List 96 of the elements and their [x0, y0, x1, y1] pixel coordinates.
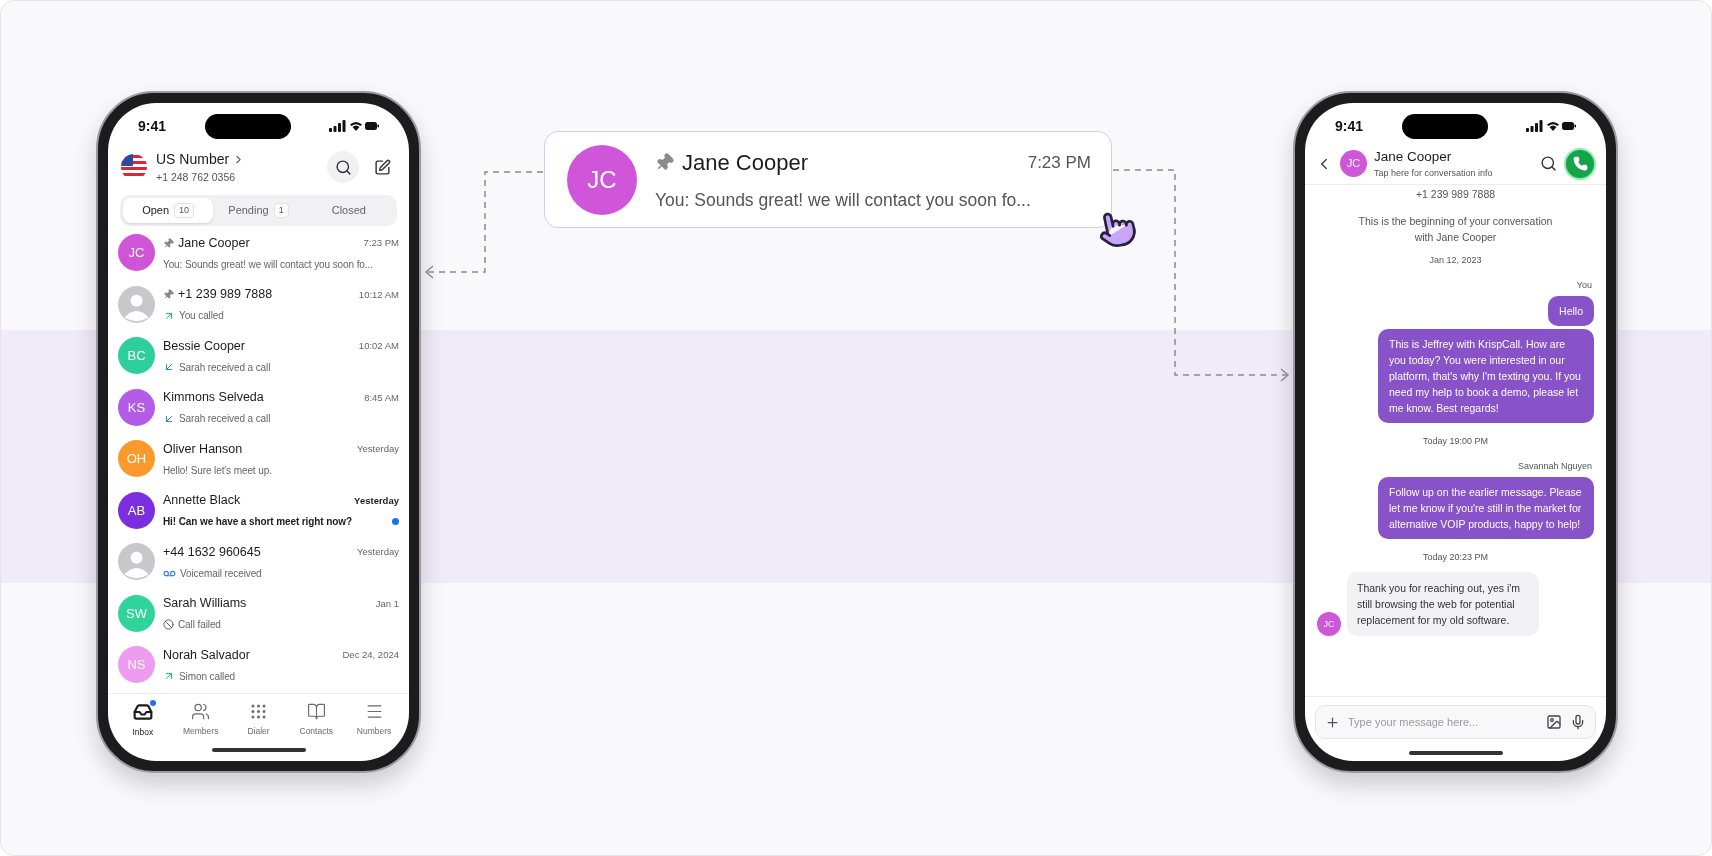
members-icon: [191, 702, 211, 721]
avatar: JC: [1340, 150, 1367, 177]
contact-name: Norah Salvador: [163, 646, 251, 664]
nav-tab[interactable]: Contacts: [290, 702, 343, 739]
avatar: NS: [118, 646, 155, 684]
avatar: AB: [118, 491, 155, 529]
conversation-row[interactable]: SW Sarah Williams Jan 1 Call failed: [108, 587, 409, 639]
message-preview: You: Sounds great! we will contact you soon fo...: [163, 257, 374, 272]
date-label: Today 19:00 PM: [1421, 434, 1489, 448]
message-preview: Call failed: [178, 618, 222, 633]
phone-number: +1 239 989 7888: [1414, 187, 1497, 202]
message-preview: Sarah received a call: [179, 412, 272, 427]
message-time: Yesterday: [354, 493, 399, 508]
outgoing-message: This is Jeffrey with KrispCall. How are you today? You were interested in our platform, that's why I'm texting you. If you need my help to book a demo, please let me know. Best regards!: [1378, 328, 1594, 423]
conversation-row[interactable]: JC Jane Cooper 7:23 PM You: Sounds great! we will contact you soon fo...: [108, 227, 409, 279]
contact-name: Jane Cooper: [178, 234, 251, 252]
contact-name: Jane Cooper: [682, 148, 809, 177]
person-avatar-icon: [118, 285, 155, 323]
microphone-icon[interactable]: [1570, 714, 1586, 730]
avatar: BC: [118, 337, 155, 375]
conversation-row[interactable]: +44 1632 960645 Yesterday Voicemail received: [108, 536, 409, 588]
nav-tab[interactable]: Numbers: [348, 702, 401, 739]
contact-name: Sarah Williams: [163, 595, 248, 613]
message-time: 7:23 PM: [363, 236, 399, 251]
conversation-start-notice: This is the beginning of your conversation with Jane Cooper: [1357, 213, 1554, 245]
dialpad-icon: [249, 702, 268, 721]
person-avatar-icon: [118, 543, 155, 581]
status-icons: [1526, 120, 1576, 132]
message-time: Jan 1: [375, 596, 399, 611]
conversation-row[interactable]: KS Kimmons Selveda 8:45 AM Sarah received a call: [108, 381, 409, 433]
nav-tab[interactable]: Inbox: [116, 702, 169, 739]
number-subtitle: +1 248 762 0356: [156, 169, 237, 185]
message-preview: You: Sounds great! we will contact you soon fo...: [655, 188, 1032, 212]
contact-name: +44 1632 960645: [163, 543, 262, 561]
avatar: KS: [118, 388, 155, 426]
message-preview: Sarah received a call: [179, 360, 272, 375]
contact-name: Bessie Cooper: [163, 337, 246, 355]
plus-icon[interactable]: [1325, 714, 1340, 730]
message-preview: Hello! Sure let's meet up.: [163, 463, 273, 478]
number-title[interactable]: US Number: [156, 148, 230, 170]
count-badge: 1: [273, 203, 289, 218]
filter-tab[interactable]: Pending 1: [213, 198, 304, 223]
message-time: Yesterday: [357, 545, 399, 560]
nav-tab[interactable]: Members: [174, 702, 227, 739]
outgoing-message: Hello: [1548, 295, 1594, 326]
message-preview: You called: [179, 309, 225, 324]
message-time: 10:02 AM: [358, 339, 399, 354]
nav-tab[interactable]: Dialer: [232, 702, 285, 739]
conversation-row[interactable]: +1 239 989 7888 10:12 AM You called: [108, 278, 409, 330]
date-label: Today 20:23 PM: [1421, 550, 1489, 564]
contact-name: Annette Black: [163, 492, 242, 510]
compose-icon: [373, 158, 391, 176]
message-preview: Voicemail received: [180, 566, 263, 581]
message-input[interactable]: Type your message here...: [1315, 705, 1596, 739]
date-label: Jan 12, 2023: [1428, 253, 1483, 267]
search-icon[interactable]: [1540, 155, 1557, 172]
avatar: JC: [118, 234, 155, 272]
conversation-info-hint: Tap here for conversation info: [1374, 166, 1494, 180]
conversation-row[interactable]: NS Norah Salvador Dec 24, 2024 Simon called: [108, 639, 409, 691]
phone-icon: [1572, 156, 1588, 171]
message-preview: Simon called: [179, 669, 237, 684]
search-button[interactable]: [327, 151, 359, 183]
blocked-icon: [163, 619, 174, 631]
contact-name: Oliver Hanson: [163, 440, 244, 458]
avatar: JC: [567, 144, 637, 215]
message-preview: Hi! Can we have a short meet right now?: [163, 515, 353, 530]
filter-tab[interactable]: Open 10: [123, 198, 214, 223]
incoming-message: Thank you for reaching out, yes i'm still browsing the web for potential replacement for my old software.: [1347, 572, 1539, 637]
message-time: 10:12 AM: [358, 287, 399, 302]
contact-name: Kimmons Selveda: [163, 389, 265, 407]
avatar: JC: [1317, 612, 1341, 637]
status-time: 9:41: [138, 116, 167, 136]
message-time: Yesterday: [357, 442, 399, 457]
avatar: SW: [118, 594, 155, 632]
message-time: Dec 24, 2024: [342, 648, 399, 663]
inbox-icon: [132, 702, 153, 722]
message-time: 7:23 PM: [1027, 151, 1091, 174]
filter-tab[interactable]: Closed: [303, 198, 394, 223]
book-icon: [306, 702, 326, 721]
contact-name[interactable]: Jane Cooper: [1374, 146, 1533, 167]
image-icon[interactable]: [1546, 714, 1562, 730]
conversation-row[interactable]: OH Oliver Hanson Yesterday Hello! Sure let's meet up.: [108, 433, 409, 485]
sender-label: You: [1575, 279, 1593, 293]
outgoing-message: Follow up on the earlier message. Please let me know if you're still in the market for alternative VOIP products, happy to help!: [1378, 476, 1594, 539]
status-icons: [329, 120, 379, 132]
status-time: 9:41: [1335, 116, 1364, 136]
avatar: OH: [118, 440, 155, 478]
search-icon: [334, 158, 352, 176]
conversation-row[interactable]: AB Annette Black Yesterday Hi! Can we have a short meet right now?: [108, 484, 409, 536]
conversation-row[interactable]: BC Bessie Cooper 10:02 AM Sarah received a call: [108, 330, 409, 382]
count-badge: 10: [174, 203, 195, 218]
message-time: 8:45 AM: [364, 390, 399, 405]
message-field[interactable]: Type your message here...: [1348, 713, 1538, 731]
call-button[interactable]: [1564, 147, 1596, 180]
contact-name: +1 239 989 7888: [178, 286, 274, 304]
sender-label: Savannah Nguyen: [1516, 460, 1593, 474]
